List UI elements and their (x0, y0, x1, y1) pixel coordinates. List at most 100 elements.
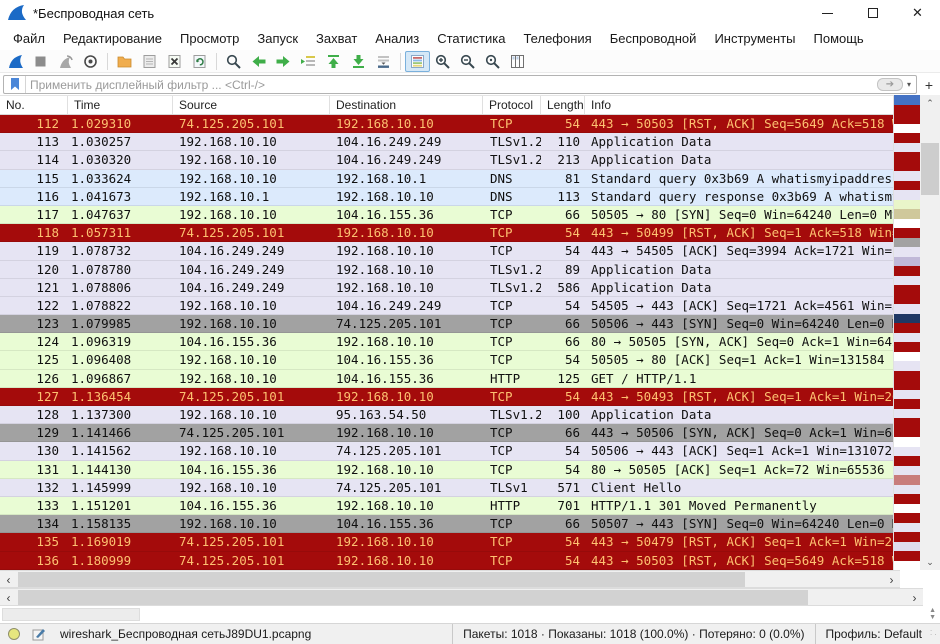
auto-scroll-button[interactable] (371, 51, 396, 72)
go-to-packet-button[interactable] (296, 51, 321, 72)
capture-filename[interactable]: wireshark_Беспроводная сетьJ89DU1.pcapng (60, 627, 311, 641)
column-header-no[interactable]: No. (0, 96, 68, 114)
column-header-source[interactable]: Source (173, 96, 330, 114)
filter-apply-icon: ➔ (886, 79, 894, 90)
scroll-left-button[interactable]: ‹ (0, 571, 17, 588)
packet-row[interactable]: 1361.18099974.125.205.101192.168.10.10TC… (0, 552, 895, 570)
column-header-protocol[interactable]: Protocol (483, 96, 541, 114)
zoom-original-button[interactable] (480, 51, 505, 72)
capture-comment-icon[interactable] (32, 627, 46, 641)
packet-row[interactable]: 1331.151201104.16.155.36192.168.10.10HTT… (0, 497, 895, 515)
expert-info-icon[interactable] (8, 628, 20, 640)
packet-row[interactable]: 1121.02931074.125.205.101192.168.10.10TC… (0, 115, 895, 133)
go-last-button[interactable] (346, 51, 371, 72)
packet-minimap[interactable] (893, 95, 920, 570)
packet-row[interactable]: 1341.158135192.168.10.10104.16.155.36TCP… (0, 515, 895, 533)
minimize-button[interactable] (805, 0, 850, 26)
display-filter-input[interactable] (26, 77, 877, 92)
packet-row[interactable]: 1151.033624192.168.10.10192.168.10.1DNS8… (0, 170, 895, 188)
packet-row[interactable]: 1281.137300192.168.10.1095.163.54.50TLSv… (0, 406, 895, 424)
packet-row[interactable]: 1171.047637192.168.10.10104.16.155.36TCP… (0, 206, 895, 224)
save-file-button[interactable] (137, 51, 162, 72)
capture-options-button[interactable] (78, 51, 103, 72)
restart-capture-button[interactable] (53, 51, 78, 72)
bookmark-icon (10, 78, 20, 91)
collapsed-pane-handle[interactable] (2, 608, 140, 621)
cell-no: 135 (0, 533, 68, 550)
zoom-in-button[interactable] (430, 51, 455, 72)
packet-row[interactable]: 1311.144130104.16.155.36192.168.10.10TCP… (0, 461, 895, 479)
packet-row[interactable]: 1251.096408192.168.10.10104.16.155.36TCP… (0, 351, 895, 369)
pane-spinner-icons[interactable]: ▲▼ (929, 607, 936, 621)
packet-row[interactable]: 1161.041673192.168.10.1192.168.10.10DNS1… (0, 188, 895, 206)
packet-row[interactable]: 1211.078806104.16.249.249192.168.10.10TL… (0, 279, 895, 297)
window-title: *Беспроводная сеть (33, 6, 154, 21)
close-file-button[interactable] (162, 51, 187, 72)
menu-item[interactable]: Статистика (428, 28, 514, 49)
start-capture-button[interactable] (3, 51, 28, 72)
horizontal-scrollbar-thumb[interactable] (18, 590, 808, 605)
scroll-right-button[interactable]: › (906, 589, 923, 606)
menu-item[interactable]: Запуск (248, 28, 307, 49)
packet-row[interactable]: 1181.05731174.125.205.101192.168.10.10TC… (0, 224, 895, 242)
reload-file-button[interactable] (187, 51, 212, 72)
colorize-button[interactable] (405, 51, 430, 72)
horizontal-scrollbar-2[interactable]: ‹ › (0, 588, 923, 606)
menu-item[interactable]: Захват (307, 28, 366, 49)
packet-row[interactable]: 1141.030320192.168.10.10104.16.249.249TL… (0, 151, 895, 169)
horizontal-scrollbar-thumb[interactable] (18, 572, 745, 587)
menu-item[interactable]: Просмотр (171, 28, 248, 49)
filter-add-button[interactable]: + (921, 77, 937, 93)
cell-proto: TCP (483, 333, 541, 350)
find-packet-button[interactable] (221, 51, 246, 72)
cell-proto: TCP (483, 461, 541, 478)
zoom-out-button[interactable] (455, 51, 480, 72)
packet-row[interactable]: 1231.079985192.168.10.1074.125.205.101TC… (0, 315, 895, 333)
menu-item[interactable]: Помощь (805, 28, 873, 49)
go-first-icon (325, 53, 342, 70)
horizontal-scrollbar-1[interactable]: ‹ › (0, 570, 900, 588)
resize-columns-button[interactable] (505, 51, 530, 72)
packet-row[interactable]: 1291.14146674.125.205.101192.168.10.10TC… (0, 424, 895, 442)
profile-label[interactable]: Профиль: Default (816, 627, 931, 641)
packet-row[interactable]: 1351.16901974.125.205.101192.168.10.10TC… (0, 533, 895, 551)
maximize-button[interactable] (850, 0, 895, 26)
scroll-down-button[interactable]: ⌄ (920, 554, 940, 570)
close-button[interactable]: ✕ (895, 0, 940, 26)
packet-row[interactable]: 1221.078822192.168.10.10104.16.249.249TC… (0, 297, 895, 315)
packet-row[interactable]: 1131.030257192.168.10.10104.16.249.249TL… (0, 133, 895, 151)
packet-row[interactable]: 1261.096867192.168.10.10104.16.155.36HTT… (0, 370, 895, 388)
packet-row[interactable]: 1241.096319104.16.155.36192.168.10.10TCP… (0, 333, 895, 351)
minimap-stripe (894, 542, 920, 552)
scroll-up-button[interactable]: ⌃ (920, 95, 940, 111)
vertical-scrollbar-thumb[interactable] (921, 143, 939, 195)
stop-capture-button[interactable] (28, 51, 53, 72)
menu-item[interactable]: Беспроводной (601, 28, 706, 49)
vertical-scrollbar[interactable]: ⌃ ⌄ (920, 95, 940, 570)
packet-row[interactable]: 1201.078780104.16.249.249192.168.10.10TL… (0, 261, 895, 279)
packet-row[interactable]: 1191.078732104.16.249.249192.168.10.10TC… (0, 242, 895, 260)
menu-item[interactable]: Анализ (366, 28, 428, 49)
menu-item[interactable]: Редактирование (54, 28, 171, 49)
menu-item[interactable]: Телефония (514, 28, 600, 49)
column-header-destination[interactable]: Destination (330, 96, 483, 114)
menu-item[interactable]: Файл (4, 28, 54, 49)
filter-dropdown-button[interactable]: ▾ (906, 80, 916, 89)
packet-row[interactable]: 1301.141562192.168.10.1074.125.205.101TC… (0, 442, 895, 460)
scroll-right-button[interactable]: › (883, 571, 900, 588)
scroll-left-button[interactable]: ‹ (0, 589, 17, 606)
column-header-time[interactable]: Time (68, 96, 173, 114)
open-file-button[interactable] (112, 51, 137, 72)
menu-item[interactable]: Инструменты (705, 28, 804, 49)
cell-info: 50505 → 80 [SYN] Seq=0 Win=64240 Len=0 M… (585, 206, 895, 223)
column-header-length[interactable]: Length (541, 96, 585, 114)
packet-row[interactable]: 1271.13645474.125.205.101192.168.10.10TC… (0, 388, 895, 406)
column-header-info[interactable]: Info (585, 96, 895, 114)
go-back-button[interactable] (246, 51, 271, 72)
go-forward-button[interactable] (271, 51, 296, 72)
resize-grip[interactable]: .. . (930, 627, 938, 641)
packet-row[interactable]: 1321.145999192.168.10.1074.125.205.101TL… (0, 479, 895, 497)
filter-bookmark-button[interactable] (4, 76, 26, 93)
go-first-button[interactable] (321, 51, 346, 72)
filter-apply-button[interactable]: ➔ (877, 78, 903, 91)
